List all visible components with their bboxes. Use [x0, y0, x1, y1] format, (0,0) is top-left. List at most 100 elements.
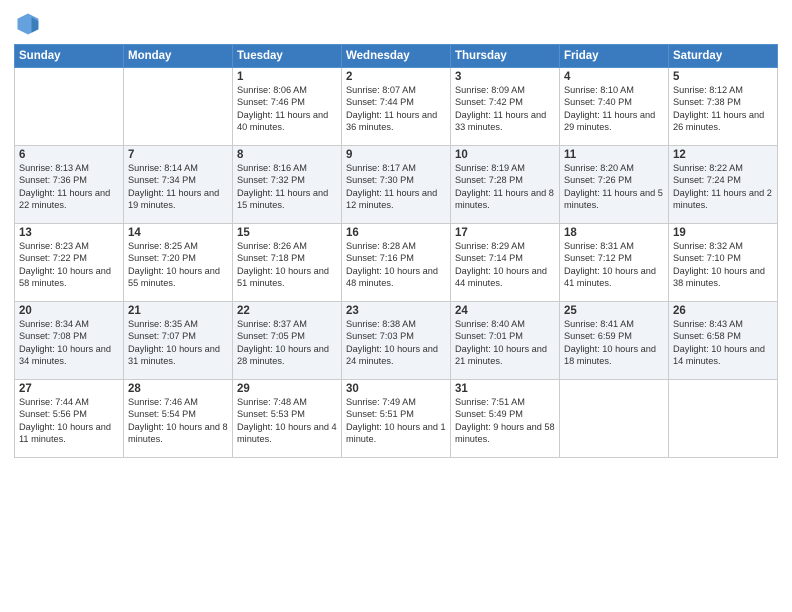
- calendar-body: 1Sunrise: 8:06 AM Sunset: 7:46 PM Daylig…: [15, 68, 778, 458]
- day-number: 31: [455, 383, 555, 395]
- day-info: Sunrise: 8:16 AM Sunset: 7:32 PM Dayligh…: [237, 162, 337, 212]
- calendar-cell: 1Sunrise: 8:06 AM Sunset: 7:46 PM Daylig…: [233, 68, 342, 146]
- day-info: Sunrise: 7:51 AM Sunset: 5:49 PM Dayligh…: [455, 396, 555, 446]
- calendar-cell: 30Sunrise: 7:49 AM Sunset: 5:51 PM Dayli…: [342, 380, 451, 458]
- calendar-cell: 7Sunrise: 8:14 AM Sunset: 7:34 PM Daylig…: [124, 146, 233, 224]
- day-number: 30: [346, 383, 446, 395]
- day-number: 6: [19, 149, 119, 161]
- day-info: Sunrise: 8:14 AM Sunset: 7:34 PM Dayligh…: [128, 162, 228, 212]
- day-info: Sunrise: 8:23 AM Sunset: 7:22 PM Dayligh…: [19, 240, 119, 290]
- day-info: Sunrise: 7:44 AM Sunset: 5:56 PM Dayligh…: [19, 396, 119, 446]
- day-number: 9: [346, 149, 446, 161]
- calendar-cell: 6Sunrise: 8:13 AM Sunset: 7:36 PM Daylig…: [15, 146, 124, 224]
- day-info: Sunrise: 8:29 AM Sunset: 7:14 PM Dayligh…: [455, 240, 555, 290]
- weekday-friday: Friday: [560, 45, 669, 68]
- day-number: 23: [346, 305, 446, 317]
- day-number: 17: [455, 227, 555, 239]
- day-number: 26: [673, 305, 773, 317]
- day-info: Sunrise: 8:38 AM Sunset: 7:03 PM Dayligh…: [346, 318, 446, 368]
- day-info: Sunrise: 8:35 AM Sunset: 7:07 PM Dayligh…: [128, 318, 228, 368]
- calendar-cell: [669, 380, 778, 458]
- calendar-cell: 8Sunrise: 8:16 AM Sunset: 7:32 PM Daylig…: [233, 146, 342, 224]
- day-info: Sunrise: 8:10 AM Sunset: 7:40 PM Dayligh…: [564, 84, 664, 134]
- calendar-cell: 9Sunrise: 8:17 AM Sunset: 7:30 PM Daylig…: [342, 146, 451, 224]
- calendar-cell: 18Sunrise: 8:31 AM Sunset: 7:12 PM Dayli…: [560, 224, 669, 302]
- day-number: 3: [455, 71, 555, 83]
- day-info: Sunrise: 8:12 AM Sunset: 7:38 PM Dayligh…: [673, 84, 773, 134]
- day-info: Sunrise: 8:43 AM Sunset: 6:58 PM Dayligh…: [673, 318, 773, 368]
- calendar-cell: 20Sunrise: 8:34 AM Sunset: 7:08 PM Dayli…: [15, 302, 124, 380]
- day-info: Sunrise: 7:46 AM Sunset: 5:54 PM Dayligh…: [128, 396, 228, 446]
- calendar-header: SundayMondayTuesdayWednesdayThursdayFrid…: [15, 45, 778, 68]
- day-number: 8: [237, 149, 337, 161]
- calendar-cell: 3Sunrise: 8:09 AM Sunset: 7:42 PM Daylig…: [451, 68, 560, 146]
- day-number: 12: [673, 149, 773, 161]
- calendar-cell: [124, 68, 233, 146]
- day-number: 19: [673, 227, 773, 239]
- calendar-week-3: 13Sunrise: 8:23 AM Sunset: 7:22 PM Dayli…: [15, 224, 778, 302]
- day-number: 27: [19, 383, 119, 395]
- calendar-cell: 25Sunrise: 8:41 AM Sunset: 6:59 PM Dayli…: [560, 302, 669, 380]
- calendar-week-5: 27Sunrise: 7:44 AM Sunset: 5:56 PM Dayli…: [15, 380, 778, 458]
- calendar-cell: 2Sunrise: 8:07 AM Sunset: 7:44 PM Daylig…: [342, 68, 451, 146]
- day-info: Sunrise: 8:19 AM Sunset: 7:28 PM Dayligh…: [455, 162, 555, 212]
- day-number: 20: [19, 305, 119, 317]
- weekday-sunday: Sunday: [15, 45, 124, 68]
- calendar-cell: 16Sunrise: 8:28 AM Sunset: 7:16 PM Dayli…: [342, 224, 451, 302]
- day-number: 5: [673, 71, 773, 83]
- calendar-cell: 15Sunrise: 8:26 AM Sunset: 7:18 PM Dayli…: [233, 224, 342, 302]
- page-header: [14, 10, 778, 38]
- day-number: 16: [346, 227, 446, 239]
- weekday-saturday: Saturday: [669, 45, 778, 68]
- calendar-cell: 23Sunrise: 8:38 AM Sunset: 7:03 PM Dayli…: [342, 302, 451, 380]
- calendar-cell: 31Sunrise: 7:51 AM Sunset: 5:49 PM Dayli…: [451, 380, 560, 458]
- day-number: 14: [128, 227, 228, 239]
- day-info: Sunrise: 8:07 AM Sunset: 7:44 PM Dayligh…: [346, 84, 446, 134]
- calendar-cell: 19Sunrise: 8:32 AM Sunset: 7:10 PM Dayli…: [669, 224, 778, 302]
- calendar-cell: 24Sunrise: 8:40 AM Sunset: 7:01 PM Dayli…: [451, 302, 560, 380]
- day-info: Sunrise: 7:48 AM Sunset: 5:53 PM Dayligh…: [237, 396, 337, 446]
- day-number: 28: [128, 383, 228, 395]
- weekday-monday: Monday: [124, 45, 233, 68]
- calendar-cell: 11Sunrise: 8:20 AM Sunset: 7:26 PM Dayli…: [560, 146, 669, 224]
- day-info: Sunrise: 8:26 AM Sunset: 7:18 PM Dayligh…: [237, 240, 337, 290]
- calendar-cell: 5Sunrise: 8:12 AM Sunset: 7:38 PM Daylig…: [669, 68, 778, 146]
- weekday-thursday: Thursday: [451, 45, 560, 68]
- calendar-cell: 4Sunrise: 8:10 AM Sunset: 7:40 PM Daylig…: [560, 68, 669, 146]
- calendar-week-1: 1Sunrise: 8:06 AM Sunset: 7:46 PM Daylig…: [15, 68, 778, 146]
- day-info: Sunrise: 8:28 AM Sunset: 7:16 PM Dayligh…: [346, 240, 446, 290]
- weekday-tuesday: Tuesday: [233, 45, 342, 68]
- weekday-header-row: SundayMondayTuesdayWednesdayThursdayFrid…: [15, 45, 778, 68]
- day-number: 21: [128, 305, 228, 317]
- day-info: Sunrise: 8:17 AM Sunset: 7:30 PM Dayligh…: [346, 162, 446, 212]
- calendar-cell: 26Sunrise: 8:43 AM Sunset: 6:58 PM Dayli…: [669, 302, 778, 380]
- page-container: SundayMondayTuesdayWednesdayThursdayFrid…: [0, 0, 792, 612]
- day-number: 4: [564, 71, 664, 83]
- day-number: 29: [237, 383, 337, 395]
- calendar-cell: 28Sunrise: 7:46 AM Sunset: 5:54 PM Dayli…: [124, 380, 233, 458]
- day-info: Sunrise: 8:20 AM Sunset: 7:26 PM Dayligh…: [564, 162, 664, 212]
- day-number: 13: [19, 227, 119, 239]
- day-number: 2: [346, 71, 446, 83]
- day-info: Sunrise: 8:13 AM Sunset: 7:36 PM Dayligh…: [19, 162, 119, 212]
- day-info: Sunrise: 8:09 AM Sunset: 7:42 PM Dayligh…: [455, 84, 555, 134]
- day-info: Sunrise: 8:34 AM Sunset: 7:08 PM Dayligh…: [19, 318, 119, 368]
- logo-icon: [14, 10, 42, 38]
- calendar-cell: 17Sunrise: 8:29 AM Sunset: 7:14 PM Dayli…: [451, 224, 560, 302]
- day-info: Sunrise: 8:31 AM Sunset: 7:12 PM Dayligh…: [564, 240, 664, 290]
- calendar-cell: 14Sunrise: 8:25 AM Sunset: 7:20 PM Dayli…: [124, 224, 233, 302]
- calendar-cell: [560, 380, 669, 458]
- day-number: 25: [564, 305, 664, 317]
- calendar-cell: 21Sunrise: 8:35 AM Sunset: 7:07 PM Dayli…: [124, 302, 233, 380]
- day-info: Sunrise: 7:49 AM Sunset: 5:51 PM Dayligh…: [346, 396, 446, 446]
- calendar-week-4: 20Sunrise: 8:34 AM Sunset: 7:08 PM Dayli…: [15, 302, 778, 380]
- calendar-cell: 22Sunrise: 8:37 AM Sunset: 7:05 PM Dayli…: [233, 302, 342, 380]
- day-info: Sunrise: 8:22 AM Sunset: 7:24 PM Dayligh…: [673, 162, 773, 212]
- day-info: Sunrise: 8:40 AM Sunset: 7:01 PM Dayligh…: [455, 318, 555, 368]
- calendar-cell: 27Sunrise: 7:44 AM Sunset: 5:56 PM Dayli…: [15, 380, 124, 458]
- day-number: 11: [564, 149, 664, 161]
- calendar-cell: 12Sunrise: 8:22 AM Sunset: 7:24 PM Dayli…: [669, 146, 778, 224]
- day-info: Sunrise: 8:06 AM Sunset: 7:46 PM Dayligh…: [237, 84, 337, 134]
- calendar-cell: 10Sunrise: 8:19 AM Sunset: 7:28 PM Dayli…: [451, 146, 560, 224]
- day-number: 7: [128, 149, 228, 161]
